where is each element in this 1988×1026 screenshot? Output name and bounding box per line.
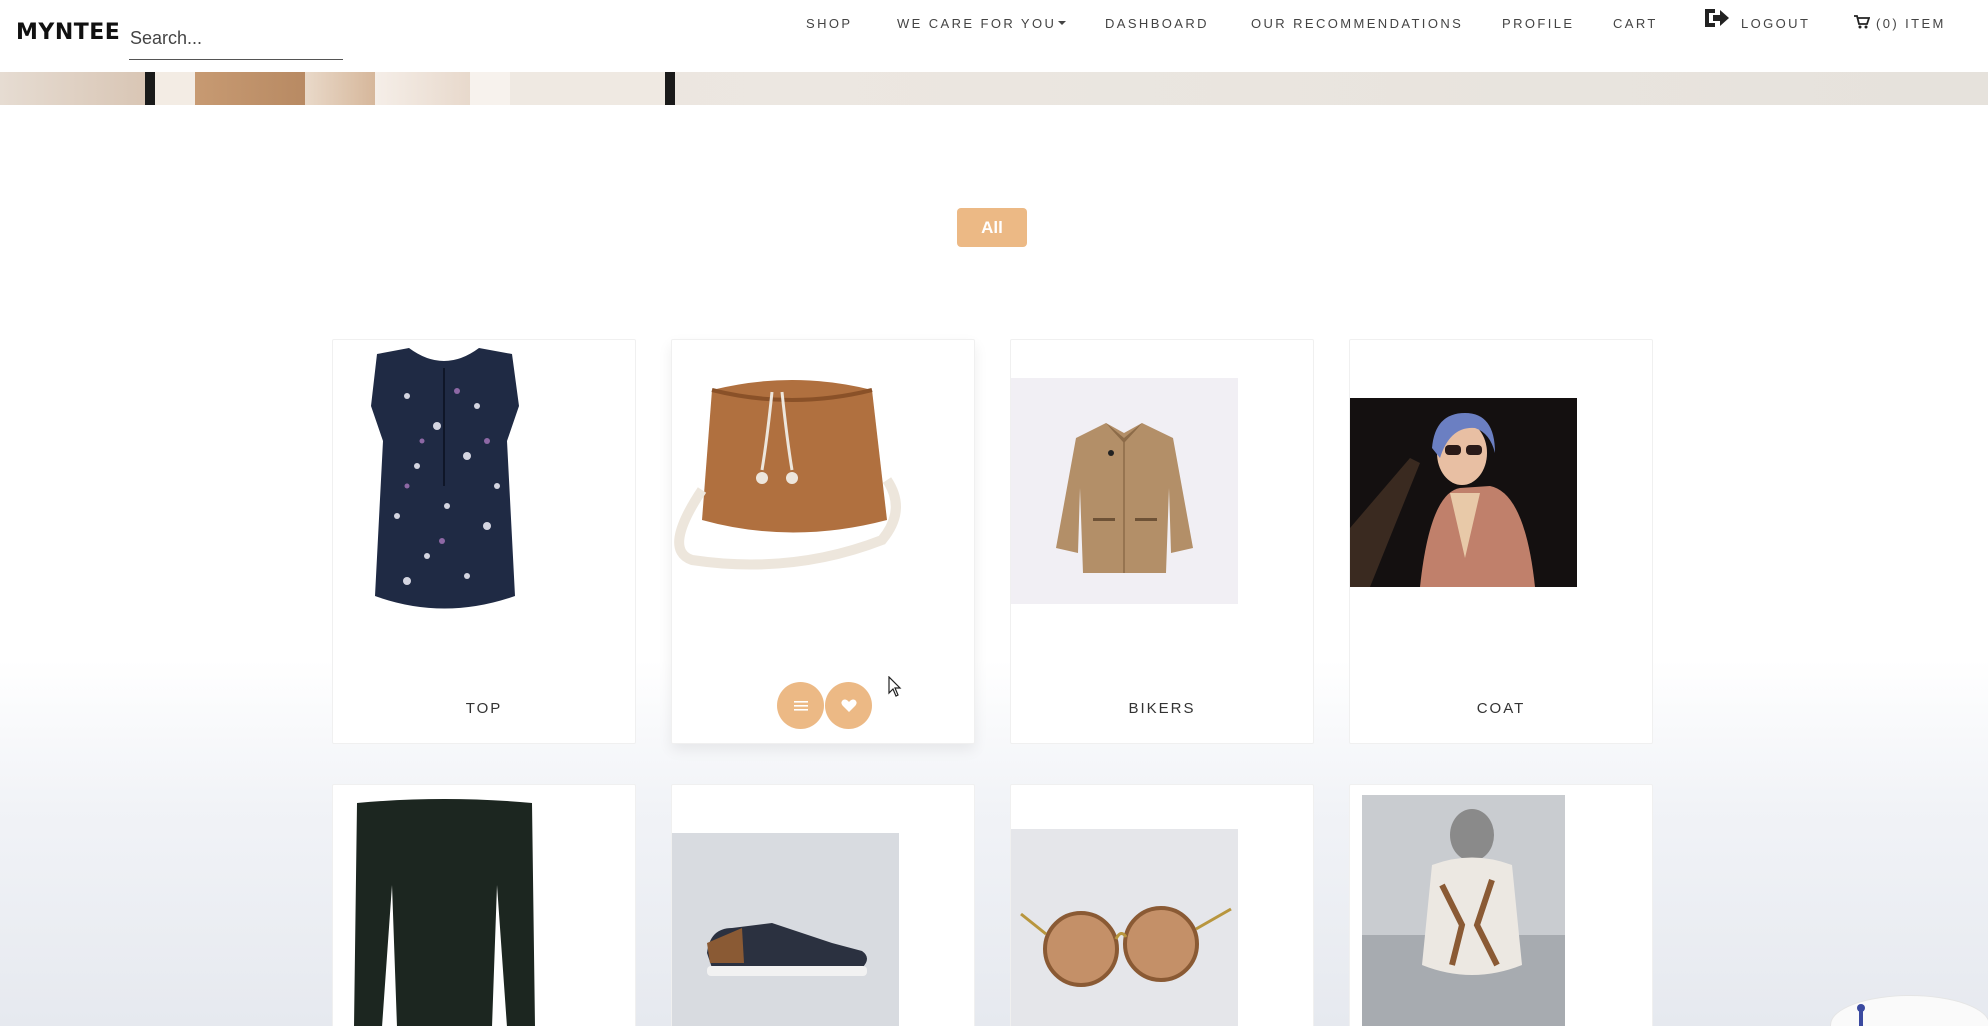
- nav-dashboard[interactable]: DASHBOARD: [1105, 16, 1209, 31]
- nav-cart-items[interactable]: (0) ITEM: [1876, 16, 1946, 31]
- nav-we-care-label: WE CARE FOR YOU: [897, 16, 1057, 31]
- product-image: [354, 799, 535, 1026]
- mouse-cursor-icon: [888, 676, 902, 697]
- arrow-up-icon: [1857, 1004, 1865, 1026]
- product-card[interactable]: [671, 339, 975, 744]
- hero-garment: [195, 72, 305, 105]
- hero-banner: [0, 72, 1988, 105]
- hero-garment: [155, 72, 195, 105]
- product-image: [1011, 378, 1238, 604]
- nav-we-care-for-you[interactable]: WE CARE FOR YOU: [897, 16, 1067, 31]
- product-image: [1350, 398, 1577, 587]
- hero-rack-post: [665, 72, 675, 105]
- section-background: [0, 660, 1988, 1026]
- product-name: BIKERS: [1128, 700, 1196, 717]
- hero-rack-post: [145, 72, 155, 105]
- product-card[interactable]: [1349, 784, 1653, 1026]
- product-card[interactable]: BIKERS: [1010, 339, 1314, 744]
- heart-icon: [840, 699, 857, 712]
- nav-shop[interactable]: SHOP: [806, 16, 852, 31]
- nav-logout[interactable]: LOGOUT: [1741, 16, 1810, 31]
- product-card[interactable]: TOP: [332, 339, 636, 744]
- filter-all-button[interactable]: All: [957, 208, 1027, 247]
- wishlist-button[interactable]: [825, 682, 872, 729]
- product-name: COAT: [1476, 700, 1526, 717]
- hero-garment: [470, 72, 510, 105]
- hero-garment: [0, 72, 145, 105]
- caret-down-icon: [1058, 21, 1067, 25]
- product-image: [1011, 829, 1238, 1026]
- details-button[interactable]: [777, 682, 824, 729]
- product-image: [674, 380, 901, 570]
- nav-cart[interactable]: CART: [1613, 16, 1658, 31]
- product-card[interactable]: [332, 784, 636, 1026]
- nav-profile[interactable]: PROFILE: [1502, 16, 1574, 31]
- product-image: [1362, 795, 1565, 1026]
- list-icon: [793, 700, 808, 711]
- cart-icon[interactable]: [1854, 15, 1870, 29]
- hero-garment: [305, 72, 375, 105]
- nav-our-recommendations[interactable]: OUR RECOMMENDATIONS: [1251, 16, 1463, 31]
- product-image: [371, 348, 519, 609]
- hero-garment: [375, 72, 470, 105]
- logout-icon[interactable]: [1703, 6, 1731, 30]
- hero-background: [510, 72, 665, 105]
- brand-logo[interactable]: MYNTEE: [16, 20, 120, 45]
- product-image: [672, 833, 899, 1026]
- product-card[interactable]: COAT: [1349, 339, 1653, 744]
- product-name: TOP: [465, 700, 503, 717]
- product-card[interactable]: [1010, 784, 1314, 1026]
- search-input[interactable]: [129, 18, 343, 60]
- product-card[interactable]: [671, 784, 975, 1026]
- top-navbar: MYNTEE SHOP WE CARE FOR YOU DASHBOARD OU…: [0, 0, 1988, 72]
